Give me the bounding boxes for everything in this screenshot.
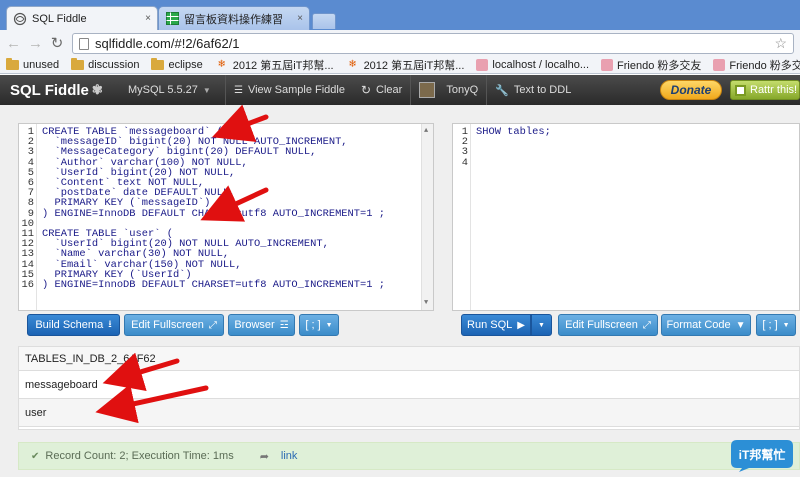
view-sample-fiddle-button[interactable]: ☰ View Sample Fiddle xyxy=(226,75,353,105)
page-icon xyxy=(79,37,89,50)
bookmark-star-icon[interactable]: ☆ xyxy=(774,35,787,52)
address-bar[interactable]: sqlfiddle.com/#!2/6af62/1 ☆ xyxy=(72,33,794,54)
folder-icon xyxy=(71,58,85,70)
new-tab-button[interactable] xyxy=(312,13,336,29)
rattr-icon xyxy=(735,84,746,96)
tab-title: SQL Fiddle xyxy=(32,12,87,25)
fiddle-swirl-icon: ✾ xyxy=(91,82,103,97)
arrow-user-table xyxy=(200,185,269,222)
user-menu[interactable]: TonyQ xyxy=(411,75,486,105)
chevron-down-icon: ▼ xyxy=(202,85,211,95)
close-tab-icon[interactable]: × xyxy=(145,13,151,24)
bookmark-label: eclipse xyxy=(168,59,203,71)
arrow-user-row xyxy=(95,384,209,424)
forward-arrow-icon[interactable]: → xyxy=(28,36,43,51)
list-icon: ☰ xyxy=(234,84,243,96)
bookmark-label: 2012 第五屆iT邦幫... xyxy=(363,60,465,72)
folder-icon xyxy=(6,58,19,70)
arrow-messageboard-table xyxy=(211,105,269,142)
clear-button[interactable]: ↻ Clear xyxy=(353,75,410,105)
brand-logo[interactable]: SQL Fiddle ✾ xyxy=(0,82,120,99)
phpmyadmin-icon xyxy=(476,59,489,71)
wrench-icon: 🔧 xyxy=(495,84,509,97)
avatar xyxy=(419,82,436,98)
bookmark-friendo-2[interactable]: Friendo 粉多交友 xyxy=(713,57,800,73)
arrow-messageboard-row xyxy=(102,352,180,391)
friendo-icon xyxy=(713,59,726,71)
bookmarks-bar: unused discussion eclipse ❄ 2012 第五屆iT邦幫.… xyxy=(0,57,800,74)
rattr-label: Rattr this! xyxy=(750,84,798,96)
text-to-ddl-button[interactable]: 🔧 Text to DDL xyxy=(487,75,579,105)
text-to-ddl-label: Text to DDL xyxy=(513,84,572,96)
db-version-label: MySQL 5.5.27 xyxy=(128,84,198,96)
close-tab-icon[interactable]: × xyxy=(297,13,303,24)
tab-message-board[interactable]: 留言板資料操作練習 × xyxy=(158,6,310,30)
bookmark-discussion[interactable]: discussion xyxy=(71,58,140,71)
back-arrow-icon[interactable]: ← xyxy=(6,36,21,51)
bookmark-unused[interactable]: unused xyxy=(6,58,60,71)
tab-title: 留言板資料操作練習 xyxy=(184,13,283,26)
friendo-icon xyxy=(601,59,614,71)
bookmark-eclipse[interactable]: eclipse xyxy=(151,58,203,71)
bookmark-localhost[interactable]: localhost / localho... xyxy=(476,59,589,71)
bookmark-label: 2012 第五屆iT邦幫... xyxy=(232,60,334,72)
bookmark-ithome-2[interactable]: ❄ 2012 第五屆iT邦幫... xyxy=(346,57,465,73)
annotation-arrows xyxy=(95,105,269,424)
bookmark-label: discussion xyxy=(88,59,140,71)
bookmark-label: Friendo 粉多交友 xyxy=(617,60,702,72)
bookmark-label: unused xyxy=(23,59,60,71)
db-version-dropdown[interactable]: MySQL 5.5.27 ▼ xyxy=(120,75,225,105)
refresh-icon: ↻ xyxy=(360,83,372,97)
clear-label: Clear xyxy=(376,84,403,96)
reload-icon[interactable]: ↻ xyxy=(50,36,64,51)
bookmark-label: localhost / localho... xyxy=(492,59,590,71)
brand-name: SQL Fiddle xyxy=(10,81,89,99)
tab-sql-fiddle[interactable]: SQL Fiddle × xyxy=(6,6,158,30)
browser-tab-strip: SQL Fiddle × 留言板資料操作練習 × xyxy=(0,0,800,30)
bookmark-label: Friendo 粉多交友 xyxy=(729,60,800,72)
address-url[interactable]: sqlfiddle.com/#!2/6af62/1 xyxy=(95,36,768,51)
sql-fiddle-favicon-icon xyxy=(13,12,27,26)
bookmark-friendo-1[interactable]: Friendo 粉多交友 xyxy=(601,57,701,73)
folder-icon xyxy=(151,58,165,70)
bookmark-ithome-1[interactable]: ❄ 2012 第五屆iT邦幫... xyxy=(215,57,334,73)
rattr-button[interactable]: Rattr this! xyxy=(730,80,800,100)
ithome-icon: ❄ xyxy=(348,59,357,70)
spreadsheet-favicon-icon xyxy=(165,12,179,26)
main-panel: 1 2 3 4 5 6 7 8 9 10 11 12 13 14 15 16 CREATE TABLE `me… xyxy=(0,105,800,477)
donate-button[interactable]: Donate xyxy=(660,80,722,100)
ithome-icon: ❄ xyxy=(217,59,226,70)
view-sample-label: View Sample Fiddle xyxy=(247,84,345,96)
app-header: SQL Fiddle ✾ MySQL 5.5.27 ▼ ☰ View Sampl… xyxy=(0,75,800,105)
user-name: TonyQ xyxy=(446,84,479,96)
browser-toolbar: ← → ↻ sqlfiddle.com/#!2/6af62/1 ☆ xyxy=(0,30,800,57)
